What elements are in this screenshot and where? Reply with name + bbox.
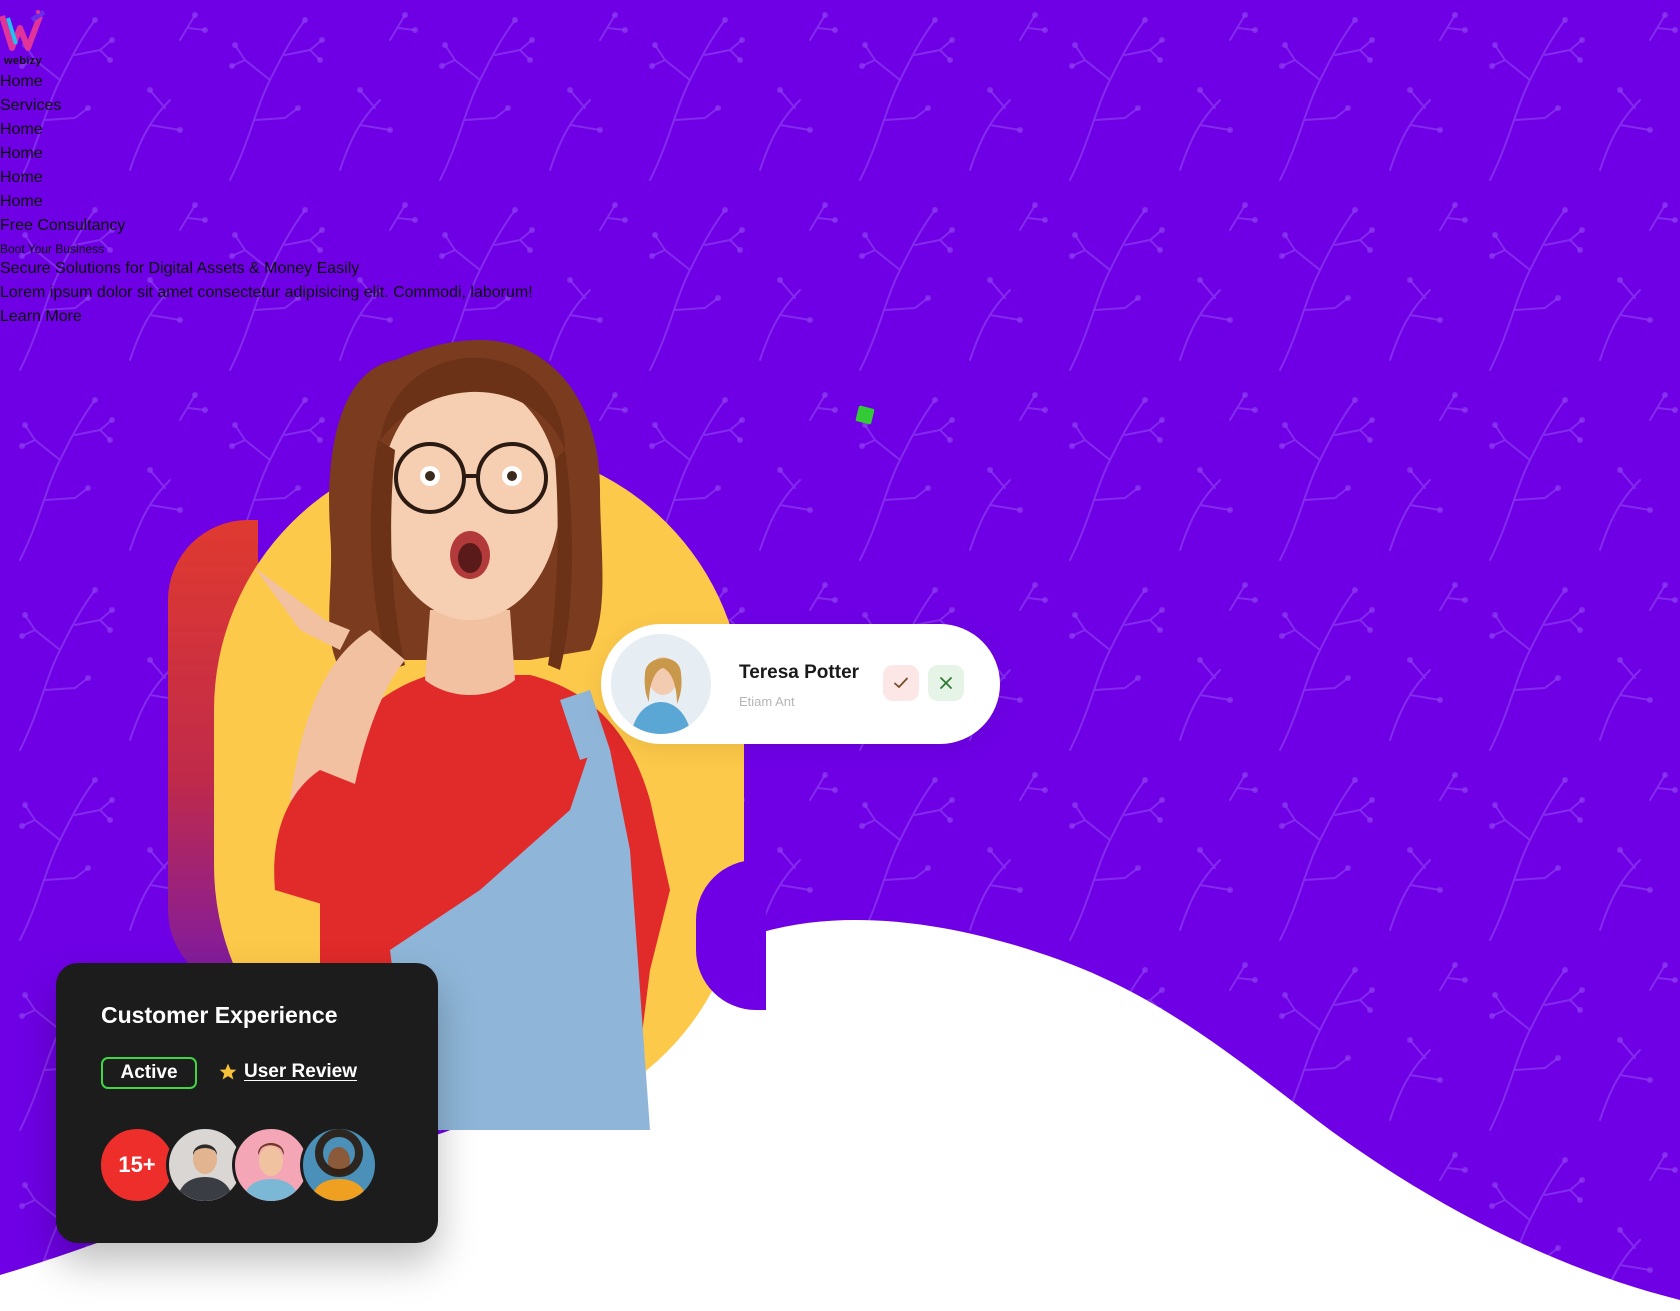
nav-link-services[interactable]: Services: [0, 97, 61, 114]
hero-title: Secure Solutions for Digital Assets & Mo…: [0, 260, 360, 277]
profile-name: Teresa Potter: [739, 662, 860, 683]
user-count-badge: 15+: [98, 1126, 176, 1204]
avatar: [300, 1126, 378, 1204]
nav-link-home[interactable]: Home: [0, 73, 43, 90]
profile-subtitle: Etiam Ant: [739, 694, 795, 709]
nav-link-home-4[interactable]: Home: [0, 169, 43, 186]
hero-tag: Boot Your Business: [0, 242, 105, 256]
user-review-link[interactable]: User Review: [218, 1061, 357, 1083]
nav-link-free-consultancy[interactable]: Free Consultancy: [0, 217, 125, 234]
nav-item-home-4[interactable]: Home: [0, 166, 125, 190]
nav-item-home[interactable]: Home: [0, 70, 125, 94]
reject-button[interactable]: [928, 665, 964, 701]
avatar: [611, 634, 711, 734]
nav-link-home-5[interactable]: Home: [0, 193, 43, 210]
check-icon: [894, 677, 908, 689]
person-avatar-icon: [243, 1143, 299, 1201]
nav-item-home-2[interactable]: Home: [0, 118, 125, 142]
user-review-label: User Review: [244, 1061, 358, 1082]
person-avatar-icon: [311, 1129, 367, 1201]
nav-item-home-5[interactable]: Home: [0, 190, 125, 214]
profile-card: Teresa Potter Etiam Ant: [601, 624, 1000, 744]
avatar: [232, 1126, 310, 1204]
person-avatar-icon: [611, 634, 711, 734]
card-title: Customer Experience: [101, 1002, 338, 1028]
hero-text: Boot Your Business Secure Solutions for …: [0, 241, 533, 329]
logo-mark-icon: [0, 9, 46, 51]
nav-item-services[interactable]: Services: [0, 94, 125, 118]
nav-link-home-2[interactable]: Home: [0, 121, 43, 138]
accept-button[interactable]: [883, 665, 919, 701]
star-icon: [219, 1063, 237, 1080]
nav-item-home-3[interactable]: Home: [0, 142, 125, 166]
main-nav: Home Services Home Home Home Home Free C…: [0, 70, 125, 238]
customer-experience-card: Customer Experience Active User Review 1…: [56, 963, 438, 1243]
nav-item-free-consultancy[interactable]: Free Consultancy: [0, 214, 125, 238]
logo-text: webizy: [4, 55, 42, 67]
status-badge[interactable]: Active: [101, 1057, 197, 1089]
hero-description: Lorem ipsum dolor sit amet consectetur a…: [0, 284, 533, 301]
close-icon: [940, 677, 952, 689]
decorative-square: [855, 405, 875, 425]
learn-more-button[interactable]: Learn More: [0, 305, 533, 329]
nav-link-home-3[interactable]: Home: [0, 145, 43, 162]
person-avatar-icon: [177, 1144, 233, 1201]
